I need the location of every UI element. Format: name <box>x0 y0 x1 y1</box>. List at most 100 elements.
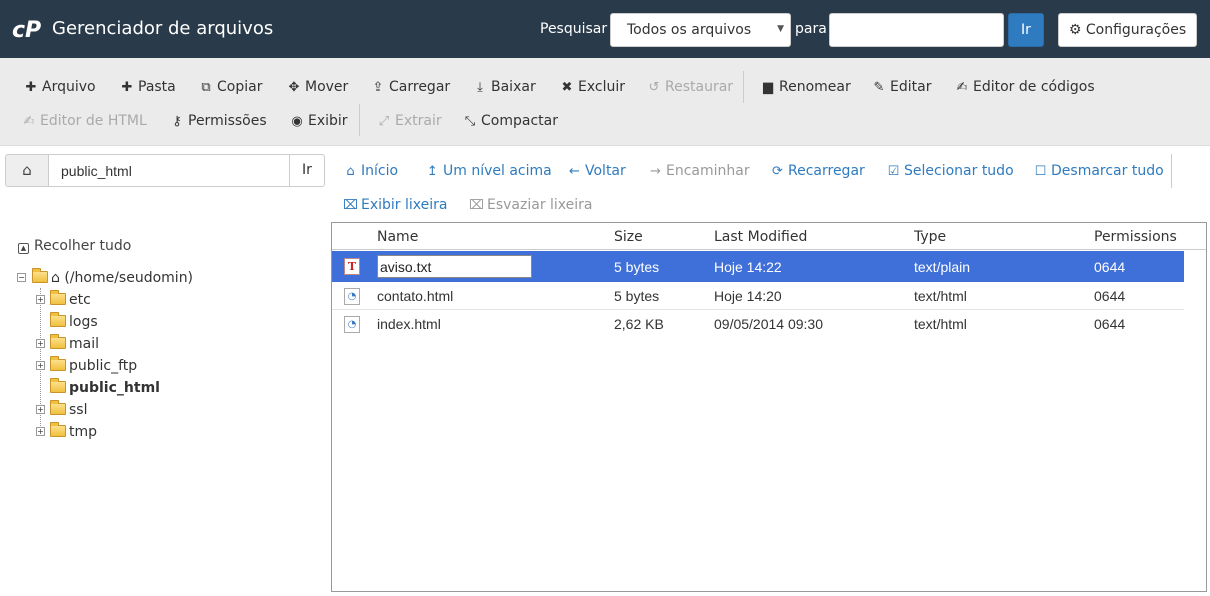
restore-button[interactable]: ↺ Restaurar <box>647 77 734 97</box>
compress-button[interactable]: ⤡ Compactar <box>463 111 558 131</box>
tree-folder-public-ftp[interactable]: public_ftp <box>50 356 137 376</box>
rename-button[interactable]: ▆ Renomear <box>761 77 851 97</box>
new-file-label: Arquivo <box>42 79 96 95</box>
new-folder-button[interactable]: ✚ Pasta <box>120 77 176 97</box>
tree-folder-mail[interactable]: mail <box>50 334 99 354</box>
square-icon: ☐ <box>1034 164 1047 179</box>
gear-icon: ⚙ <box>1068 22 1082 38</box>
tree-folder-tmp[interactable]: tmp <box>50 422 97 442</box>
collapse-all-link[interactable]: ▲ Recolher tudo <box>18 238 131 254</box>
para-label: para <box>795 21 827 37</box>
tree-folder-ssl[interactable]: ssl <box>50 400 87 420</box>
tree-root-item[interactable]: ⌂ (/home/seudomin) <box>32 268 193 288</box>
delete-button[interactable]: ✖ Excluir <box>560 77 625 97</box>
tree-expand-toggle[interactable]: + <box>36 405 45 414</box>
column-header-size[interactable]: Size <box>614 229 643 245</box>
nav-forward-link[interactable]: → Encaminhar <box>648 161 750 181</box>
move-icon: ✥ <box>288 80 300 95</box>
extract-label: Extrair <box>395 113 442 129</box>
nav-reload-link[interactable]: ⟳ Recarregar <box>770 161 865 181</box>
path-input[interactable] <box>48 154 290 187</box>
collapse-all-label: Recolher tudo <box>34 238 132 254</box>
move-button[interactable]: ✥ Mover <box>287 77 349 97</box>
search-go-button[interactable]: Ir <box>1008 13 1044 47</box>
tree-root-label: (/home/seudomin) <box>64 270 194 286</box>
times-icon: ✖ <box>561 80 573 95</box>
tree-folder-logs[interactable]: logs <box>50 312 98 332</box>
nav-unselect-all-label: Desmarcar tudo <box>1051 163 1164 179</box>
nav-home-link[interactable]: ⌂ Início <box>343 161 398 181</box>
file-row[interactable]: ◔ index.html 2,62 KB 09/05/2014 09:30 te… <box>332 310 1184 338</box>
folder-icon <box>50 422 66 437</box>
file-row[interactable]: T 5 bytes Hoje 14:22 text/plain 0644 <box>332 251 1184 282</box>
tree-folder-etc[interactable]: etc <box>50 290 91 310</box>
rename-input[interactable] <box>377 255 532 278</box>
view-button[interactable]: ◉ Exibir <box>290 111 347 131</box>
expand-icon: ⤢ <box>378 114 390 129</box>
cpanel-logo-icon: cP <box>12 18 41 42</box>
code-editor-label: Editor de códigos <box>973 79 1095 95</box>
path-go-button[interactable]: Ir <box>289 154 325 187</box>
nav-up-label: Um nível acima <box>443 163 552 179</box>
search-input[interactable] <box>829 13 1004 47</box>
nav-forward-label: Encaminhar <box>666 163 750 179</box>
tree-expand-toggle[interactable]: + <box>36 339 45 348</box>
nav-back-link[interactable]: ← Voltar <box>567 161 626 181</box>
new-file-button[interactable]: ✚ Arquivo <box>24 77 96 97</box>
header-bar: cP Gerenciador de arquivos Pesquisar Tod… <box>0 0 1210 58</box>
nav-unselect-all-link[interactable]: ☐ Desmarcar tudo <box>1033 161 1164 181</box>
nav-view-trash-link[interactable]: ⌧ Exibir lixeira <box>343 195 447 215</box>
refresh-icon: ⟳ <box>772 164 783 179</box>
delete-label: Excluir <box>578 79 625 95</box>
plus-icon: ✚ <box>25 80 37 95</box>
home-button[interactable]: ⌂ <box>5 154 49 187</box>
app-title: Gerenciador de arquivos <box>52 18 274 39</box>
column-header-name[interactable]: Name <box>377 229 418 245</box>
column-header-permissions[interactable]: Permissions <box>1094 229 1177 245</box>
nav-home-label: Início <box>361 163 399 179</box>
plus-icon: ✚ <box>121 80 133 95</box>
html-editor-label: Editor de HTML <box>40 113 147 129</box>
tree-expand-toggle[interactable]: + <box>36 361 45 370</box>
nav-empty-trash-link[interactable]: ⌧ Esvaziar lixeira <box>469 195 593 215</box>
search-scope-select[interactable]: Todos os arquivos ▼ <box>610 13 791 47</box>
folder-open-icon <box>32 268 48 283</box>
file-row[interactable]: ◔ contato.html 5 bytes Hoje 14:20 text/h… <box>332 282 1184 310</box>
folder-icon <box>50 400 66 415</box>
arrow-right-icon: → <box>650 164 661 179</box>
tree-folder-label: mail <box>69 336 99 352</box>
edit-icon: ✍ <box>23 114 35 129</box>
nav-select-all-link[interactable]: ☑ Selecionar tudo <box>886 161 1014 181</box>
html-editor-button[interactable]: ✍ Editor de HTML <box>22 111 147 131</box>
tree-expand-toggle[interactable]: + <box>36 427 45 436</box>
trash-icon: ⌧ <box>343 198 358 213</box>
code-editor-button[interactable]: ✍ Editor de códigos <box>955 77 1095 97</box>
file-type: text/html <box>914 316 967 332</box>
upload-label: Carregar <box>389 79 451 95</box>
upload-button[interactable]: ⇪ Carregar <box>371 77 451 97</box>
text-file-icon: T <box>344 258 360 275</box>
download-button[interactable]: ⤓ Baixar <box>473 77 536 97</box>
nav-up-one-level-link[interactable]: ↥ Um nível acima <box>425 161 552 181</box>
compress-label: Compactar <box>481 113 558 129</box>
column-header-modified[interactable]: Last Modified <box>714 229 807 245</box>
permissions-button[interactable]: ⚷ Permissões <box>170 111 266 131</box>
tree-folder-label: public_html <box>69 380 160 396</box>
trash-icon: ⌧ <box>469 198 484 213</box>
settings-button[interactable]: ⚙ Configurações <box>1058 13 1197 47</box>
pencil-icon: ✎ <box>873 80 885 95</box>
nav-select-all-label: Selecionar tudo <box>904 163 1014 179</box>
tree-collapse-toggle[interactable]: − <box>17 273 26 282</box>
copy-button[interactable]: ⧉ Copiar <box>199 77 262 97</box>
file-list-panel: Name Size Last Modified Type Permissions… <box>331 222 1207 592</box>
folder-icon <box>50 334 66 349</box>
tree-expand-toggle[interactable]: + <box>36 295 45 304</box>
extract-button[interactable]: ⤢ Extrair <box>377 111 442 131</box>
file-type: text/plain <box>914 259 971 275</box>
column-header-type[interactable]: Type <box>914 229 946 245</box>
file-size: 5 bytes <box>614 259 660 275</box>
edit-button[interactable]: ✎ Editar <box>872 77 932 97</box>
tree-folder-public-html[interactable]: public_html <box>50 378 160 398</box>
tree-folder-label: tmp <box>69 424 98 440</box>
level-up-icon: ↥ <box>427 164 438 179</box>
